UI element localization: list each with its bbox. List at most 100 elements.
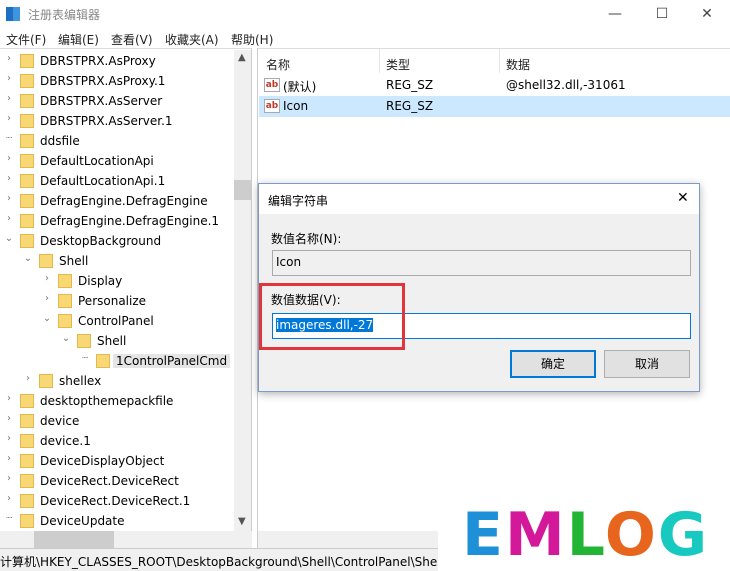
folder-icon [20,94,34,108]
tree-node-label: device [40,414,80,428]
regedit-app-icon [6,7,20,21]
value-name-label: 数值名称(N): [271,232,342,246]
tree-node[interactable]: ⌄ DesktopBackground [0,231,234,251]
tree-node[interactable]: › DefragEngine.DefragEngine.1 [0,211,234,231]
value-data: @shell32.dll,-31061 [506,78,626,92]
tree-node-label: DesktopBackground [40,234,162,248]
tree-node[interactable]: ⌄ Shell [0,251,234,271]
tree-node-label: DefragEngine.DefragEngine.1 [40,214,220,228]
tree-node-label: DefaultLocationApi [40,154,154,168]
column-header-name[interactable]: 名称 [266,56,290,73]
tree-node[interactable]: ⌄ ControlPanel [0,311,234,331]
tree-node[interactable]: › DBRSTPRX.AsServer.1 [0,111,234,131]
menu-file[interactable]: 文件(F) [6,31,46,48]
tree-node[interactable]: › device [0,411,234,431]
menu-bar: 文件(F) 编辑(E) 查看(V) 收藏夹(A) 帮助(H) [0,28,730,48]
chevron-down-icon[interactable]: ⌄ [61,333,71,344]
folder-icon [20,474,34,488]
tree-node-label: Personalize [78,294,147,308]
tree-node[interactable]: ┈ DeviceUpdate [0,511,234,531]
chevron-right-icon[interactable]: › [4,213,14,224]
ok-button[interactable]: 确定 [510,350,596,378]
chevron-down-icon[interactable]: ⌄ [4,233,14,244]
scroll-up-icon[interactable]: ▲ [238,52,246,63]
chevron-right-icon[interactable]: › [4,393,14,404]
window-title: 注册表编辑器 [28,8,101,22]
column-header-data[interactable]: 数据 [506,56,530,73]
chevron-right-icon[interactable]: › [4,153,14,164]
chevron-right-icon[interactable]: › [4,493,14,504]
values-horizontal-scrollbar[interactable] [258,531,438,548]
tree-node[interactable]: ┈ 1ControlPanelCmd [0,351,234,371]
chevron-right-icon[interactable]: › [4,433,14,444]
chevron-right-icon[interactable]: › [4,453,14,464]
folder-icon [39,254,53,268]
chevron-right-icon[interactable]: › [4,53,14,64]
chevron-right-icon[interactable]: › [42,293,52,304]
tree-hscroll-thumb[interactable] [34,531,114,548]
folder-icon [20,394,34,408]
tree-node-label: 1ControlPanelCmd [113,354,231,368]
chevron-right-icon[interactable]: › [4,473,14,484]
menu-view[interactable]: 查看(V) [111,31,153,48]
column-header-type[interactable]: 类型 [386,56,410,73]
cancel-button[interactable]: 取消 [604,350,690,378]
column-divider[interactable] [499,49,500,73]
scroll-down-icon[interactable]: ▼ [238,516,246,527]
tree-node[interactable]: › DeviceDisplayObject [0,451,234,471]
chevron-right-icon[interactable]: › [4,173,14,184]
value-name-field[interactable]: Icon [272,250,691,276]
menu-favorites[interactable]: 收藏夹(A) [165,31,219,48]
tree-node-label: DeviceDisplayObject [40,454,165,468]
tree-node-label: DBRSTPRX.AsServer [40,94,163,108]
chevron-right-icon[interactable]: › [4,413,14,424]
chevron-right-icon[interactable]: › [23,373,33,384]
column-divider[interactable] [379,49,380,73]
tree-node[interactable]: › DefaultLocationApi [0,151,234,171]
value-type: REG_SZ [386,78,434,92]
value-name: (默认) [283,80,317,94]
tree-vertical-scrollbar[interactable] [234,50,251,531]
menu-help[interactable]: 帮助(H) [231,31,273,48]
tree-node-label: DBRSTPRX.AsProxy [40,54,156,68]
dialog-title-bar: 编辑字符串 ✕ [259,184,699,214]
tree-scroll-thumb[interactable] [234,180,251,200]
menu-edit[interactable]: 编辑(E) [58,31,99,48]
maximize-button[interactable]: ☐ [652,4,672,24]
registry-tree[interactable]: › DBRSTPRX.AsProxy › DBRSTPRX.AsProxy.1 › DBR… [0,48,252,548]
close-button[interactable]: ✕ [697,4,717,24]
tree-node[interactable]: › DeviceRect.DeviceRect [0,471,234,491]
chevron-right-icon[interactable]: › [4,93,14,104]
dialog-close-button[interactable]: ✕ [677,190,689,206]
tree-node-label: DefragEngine.DefragEngine [40,194,208,208]
tree-node[interactable]: › DBRSTPRX.AsProxy.1 [0,71,234,91]
tree-node[interactable]: › DefragEngine.DefragEngine [0,191,234,211]
tree-node[interactable]: ⌄ Shell [0,331,234,351]
tree-node[interactable]: › DBRSTPRX.AsServer [0,91,234,111]
chevron-right-icon[interactable]: › [42,273,52,284]
tree-node[interactable]: › device.1 [0,431,234,451]
folder-icon [20,74,34,88]
tree-node[interactable]: › DeviceRect.DeviceRect.1 [0,491,234,511]
tree-node[interactable]: › Personalize [0,291,234,311]
tree-node-label: ControlPanel [78,314,154,328]
tree-node-label: Display [78,274,123,288]
tree-node[interactable]: › DBRSTPRX.AsProxy [0,51,234,71]
tree-node-label: Shell [97,334,127,348]
chevron-right-icon[interactable]: › [4,113,14,124]
minimize-button[interactable]: — [605,4,625,24]
chevron-right-icon[interactable]: › [4,193,14,204]
value-name: Icon [283,99,309,113]
tree-node[interactable]: ┈ ddsfile [0,131,234,151]
tree-node[interactable]: › shellex [0,371,234,391]
chevron-right-icon[interactable]: › [4,73,14,84]
tree-node[interactable]: › DefaultLocationApi.1 [0,171,234,191]
chevron-down-icon[interactable]: ⌄ [42,313,52,324]
tree-node[interactable]: › desktopthemepackfile [0,391,234,411]
tree-node[interactable]: › Display [0,271,234,291]
tree-node-label: desktopthemepackfile [40,394,174,408]
value-row[interactable]: ab (默认) REG_SZ @shell32.dll,-31061 [259,75,730,96]
chevron-down-icon[interactable]: ⌄ [23,253,33,264]
value-row-selected[interactable]: ab Icon REG_SZ [259,96,730,117]
folder-icon [77,334,91,348]
